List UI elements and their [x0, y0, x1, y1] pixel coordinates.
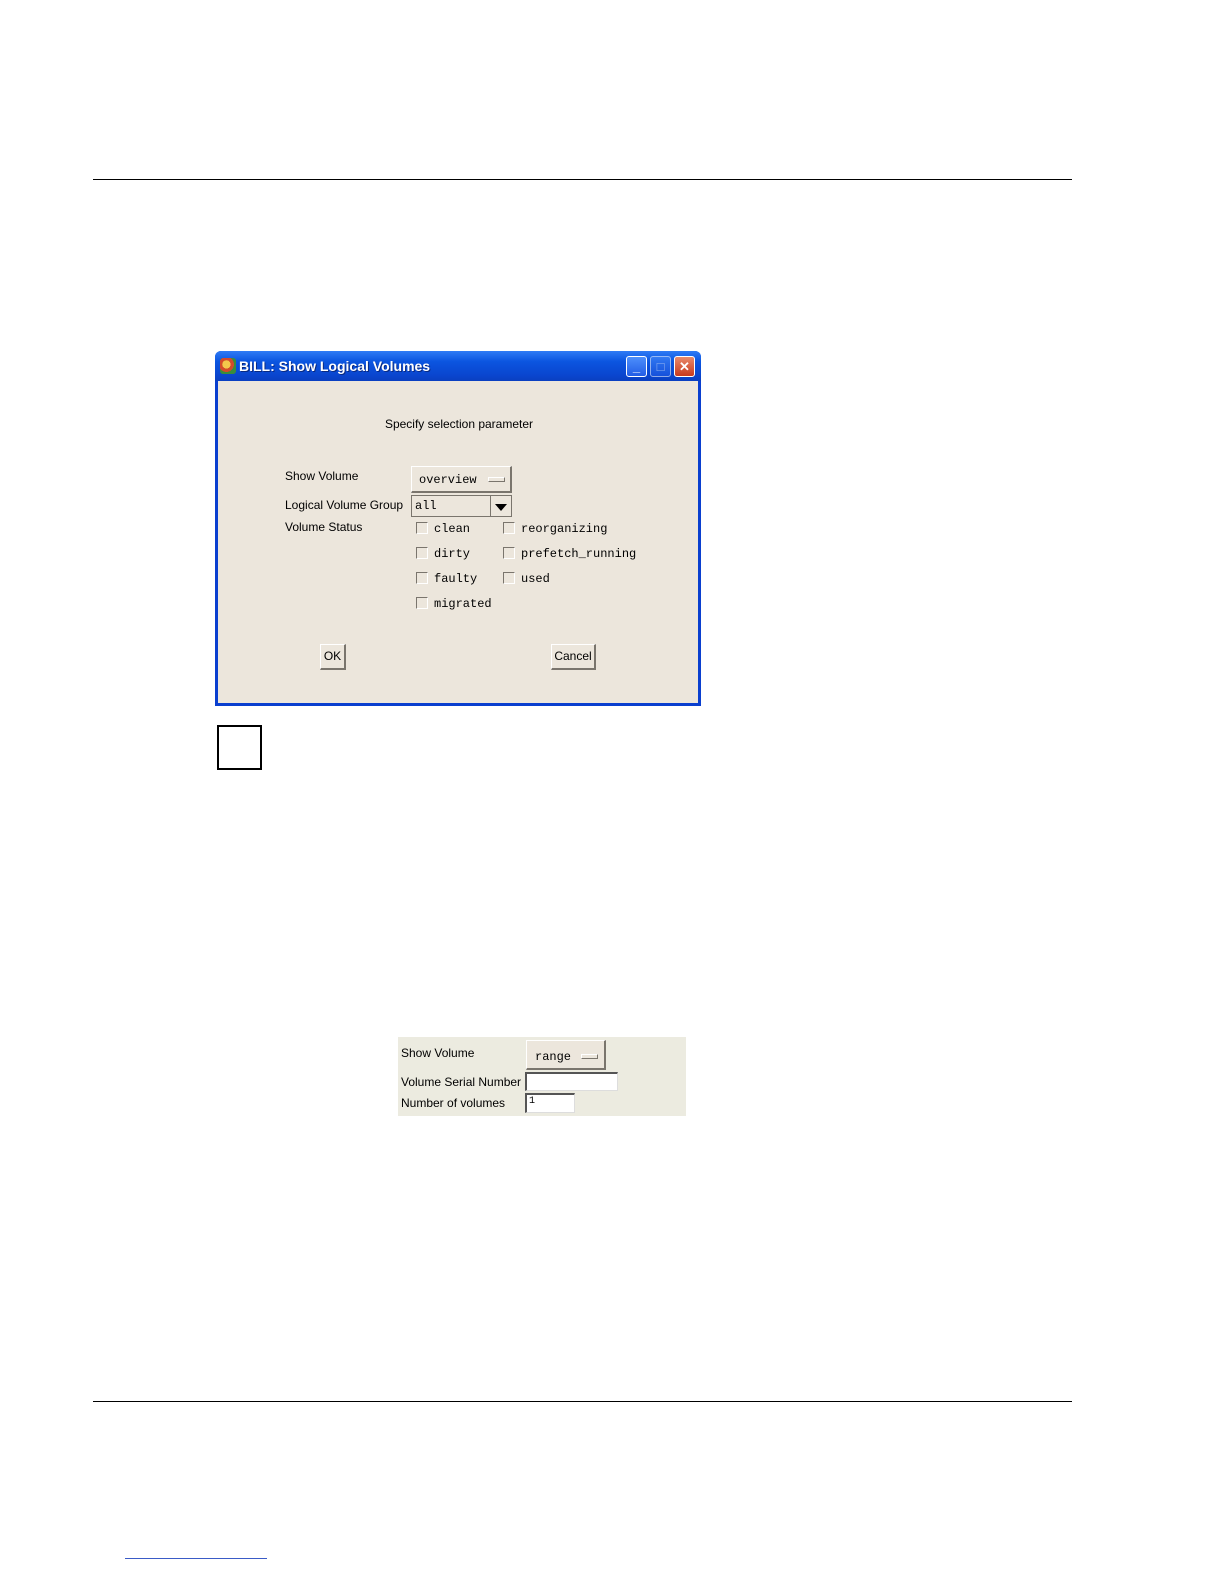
dialog-body: Specify selection parameter Show Volume … [218, 381, 698, 703]
window-title: BILL: Show Logical Volumes [239, 358, 431, 374]
number-of-volumes-value: 1 [529, 1096, 536, 1107]
header-rule [93, 179, 1072, 180]
title-bar[interactable]: BILL: Show Logical Volumes _ □ ✕ [215, 351, 701, 381]
checkbox-reorganizing[interactable] [503, 522, 515, 534]
checkbox-used[interactable] [503, 572, 515, 584]
option-menu-indicator-icon [488, 477, 505, 482]
note-marker-box [217, 725, 262, 770]
range-show-volume-label: Show Volume [401, 1046, 475, 1060]
checkbox-label-prefetch-running: prefetch_running [521, 547, 637, 561]
close-button[interactable]: ✕ [674, 356, 695, 377]
logical-volume-group-combo[interactable]: all [411, 495, 512, 517]
volume-serial-number-input[interactable] [525, 1072, 618, 1091]
logical-volume-group-label: Logical Volume Group [285, 498, 404, 512]
dropdown-arrow-icon[interactable] [490, 496, 511, 516]
checkbox-label-dirty: dirty [434, 547, 471, 561]
ok-button[interactable]: OK [320, 644, 346, 670]
checkbox-label-clean: clean [434, 522, 471, 536]
checkbox-label-reorganizing: reorganizing [521, 522, 608, 536]
range-show-volume-option-menu[interactable]: range [526, 1040, 606, 1070]
cancel-button[interactable]: Cancel [551, 644, 596, 670]
app-icon [220, 358, 236, 374]
checkbox-label-used: used [521, 572, 550, 586]
checkbox-clean[interactable] [416, 522, 428, 534]
footer-link-underline[interactable] [125, 1558, 267, 1559]
logical-volume-group-value: all [415, 499, 437, 513]
checkbox-migrated[interactable] [416, 597, 428, 609]
minimize-button[interactable]: _ [626, 356, 647, 377]
checkbox-label-migrated: migrated [434, 597, 492, 611]
checkbox-prefetch-running[interactable] [503, 547, 515, 559]
maximize-button[interactable]: □ [650, 356, 671, 377]
dialog-heading: Specify selection parameter [384, 417, 534, 431]
volume-serial-number-label: Volume Serial Number [401, 1075, 522, 1089]
show-volume-option-menu[interactable]: overview [411, 466, 512, 493]
show-logical-volumes-dialog: BILL: Show Logical Volumes _ □ ✕ Specify… [215, 351, 701, 706]
checkbox-faulty[interactable] [416, 572, 428, 584]
option-menu-indicator-icon [581, 1054, 598, 1059]
checkbox-dirty[interactable] [416, 547, 428, 559]
number-of-volumes-input[interactable]: 1 [525, 1093, 575, 1113]
volume-status-label: Volume Status [285, 520, 363, 534]
show-volume-value: overview [419, 473, 477, 487]
footer-rule [93, 1401, 1072, 1402]
show-volume-label: Show Volume [285, 469, 359, 483]
range-show-volume-value: range [535, 1050, 572, 1064]
checkbox-label-faulty: faulty [434, 572, 478, 586]
number-of-volumes-label: Number of volumes [401, 1096, 506, 1110]
range-parameters-panel: Show Volume range Volume Serial Number N… [398, 1037, 686, 1116]
